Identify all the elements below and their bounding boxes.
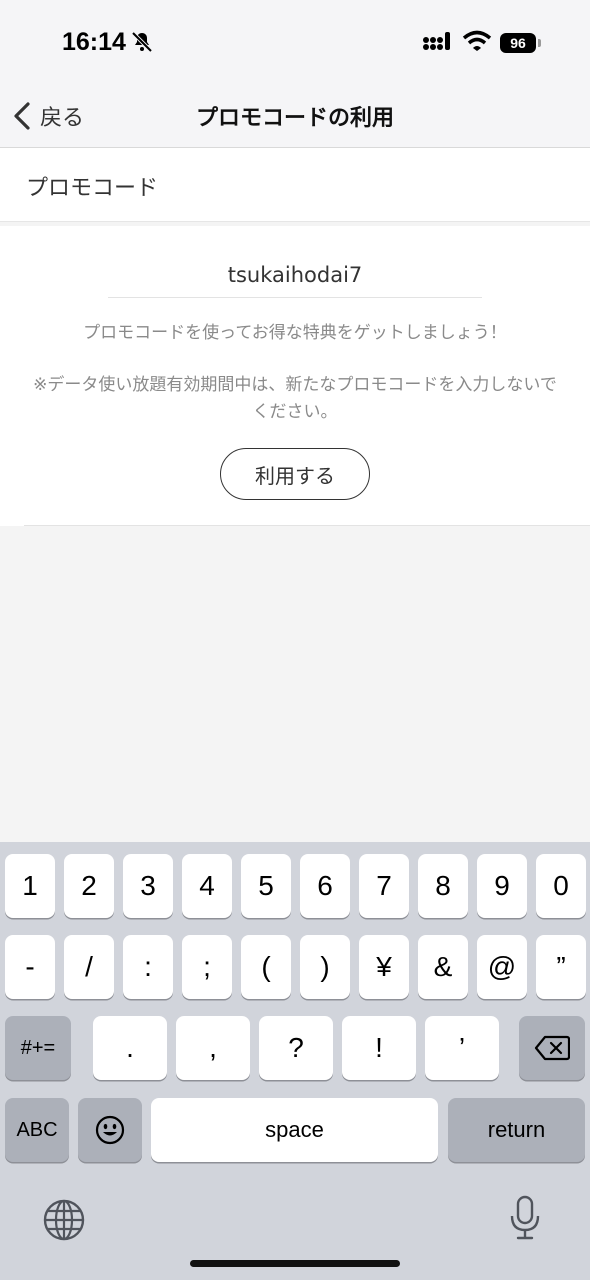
key-colon[interactable]: :: [123, 935, 173, 999]
key-comma[interactable]: ,: [176, 1016, 250, 1080]
key-3[interactable]: 3: [123, 854, 173, 918]
key-1[interactable]: 1: [5, 854, 55, 918]
promo-code-input[interactable]: [108, 252, 482, 298]
backspace-icon: [534, 1035, 570, 1061]
home-indicator: [190, 1260, 400, 1267]
key-period[interactable]: .: [93, 1016, 167, 1080]
key-close-paren[interactable]: ): [300, 935, 350, 999]
globe-icon[interactable]: [42, 1198, 86, 1246]
key-7[interactable]: 7: [359, 854, 409, 918]
page-title: プロモコードの利用: [195, 106, 394, 131]
signal-icon: [422, 30, 454, 52]
key-5[interactable]: 5: [241, 854, 291, 918]
key-0[interactable]: 0: [536, 854, 586, 918]
key-6[interactable]: 6: [300, 854, 350, 918]
bell-slash-icon: [130, 30, 154, 54]
key-8[interactable]: 8: [418, 854, 468, 918]
key-exclamation[interactable]: !: [342, 1016, 416, 1080]
status-bar: 16:14 96: [0, 0, 590, 86]
section-title: プロモコード: [26, 176, 159, 201]
key-slash[interactable]: /: [64, 935, 114, 999]
promo-code-card: プロモコードを使ってお得な特典をゲットしましょう！ ※データ使い放題有効期間中は…: [0, 226, 590, 526]
wifi-icon: [462, 30, 492, 52]
key-yen[interactable]: ¥: [359, 935, 409, 999]
status-time: 16:14: [62, 28, 126, 56]
space-key[interactable]: space: [151, 1098, 438, 1162]
key-open-paren[interactable]: (: [241, 935, 291, 999]
emoji-key[interactable]: [78, 1098, 142, 1162]
key-apostrophe[interactable]: ’: [425, 1016, 499, 1080]
symbols-key[interactable]: #+=: [5, 1016, 71, 1080]
key-quote[interactable]: ”: [536, 935, 586, 999]
key-question[interactable]: ?: [259, 1016, 333, 1080]
key-2[interactable]: 2: [64, 854, 114, 918]
key-4[interactable]: 4: [182, 854, 232, 918]
use-button[interactable]: 利用する: [220, 448, 370, 500]
microphone-icon[interactable]: [508, 1194, 542, 1246]
battery-indicator: 96: [500, 33, 536, 53]
navigation-bar: 戻る プロモコードの利用: [0, 86, 590, 148]
key-9[interactable]: 9: [477, 854, 527, 918]
keyboard: 1 2 3 4 5 6 7 8 9 0 - / : ; ( ) ¥ & @ ” …: [0, 842, 590, 1280]
key-semicolon[interactable]: ;: [182, 935, 232, 999]
key-at[interactable]: @: [477, 935, 527, 999]
return-key[interactable]: return: [448, 1098, 585, 1162]
abc-key[interactable]: ABC: [5, 1098, 69, 1162]
emoji-icon: [95, 1115, 125, 1145]
section-header: プロモコード: [0, 148, 590, 222]
key-ampersand[interactable]: &: [418, 935, 468, 999]
backspace-key[interactable]: [519, 1016, 585, 1080]
promo-description: プロモコードを使ってお得な特典をゲットしましょう！: [83, 323, 507, 343]
key-hyphen[interactable]: -: [5, 935, 55, 999]
battery-tip: [538, 39, 541, 47]
promo-note: ※データ使い放題有効期間中は、新たなプロモコードを入力しないでください。: [33, 375, 557, 422]
divider: [24, 525, 590, 526]
